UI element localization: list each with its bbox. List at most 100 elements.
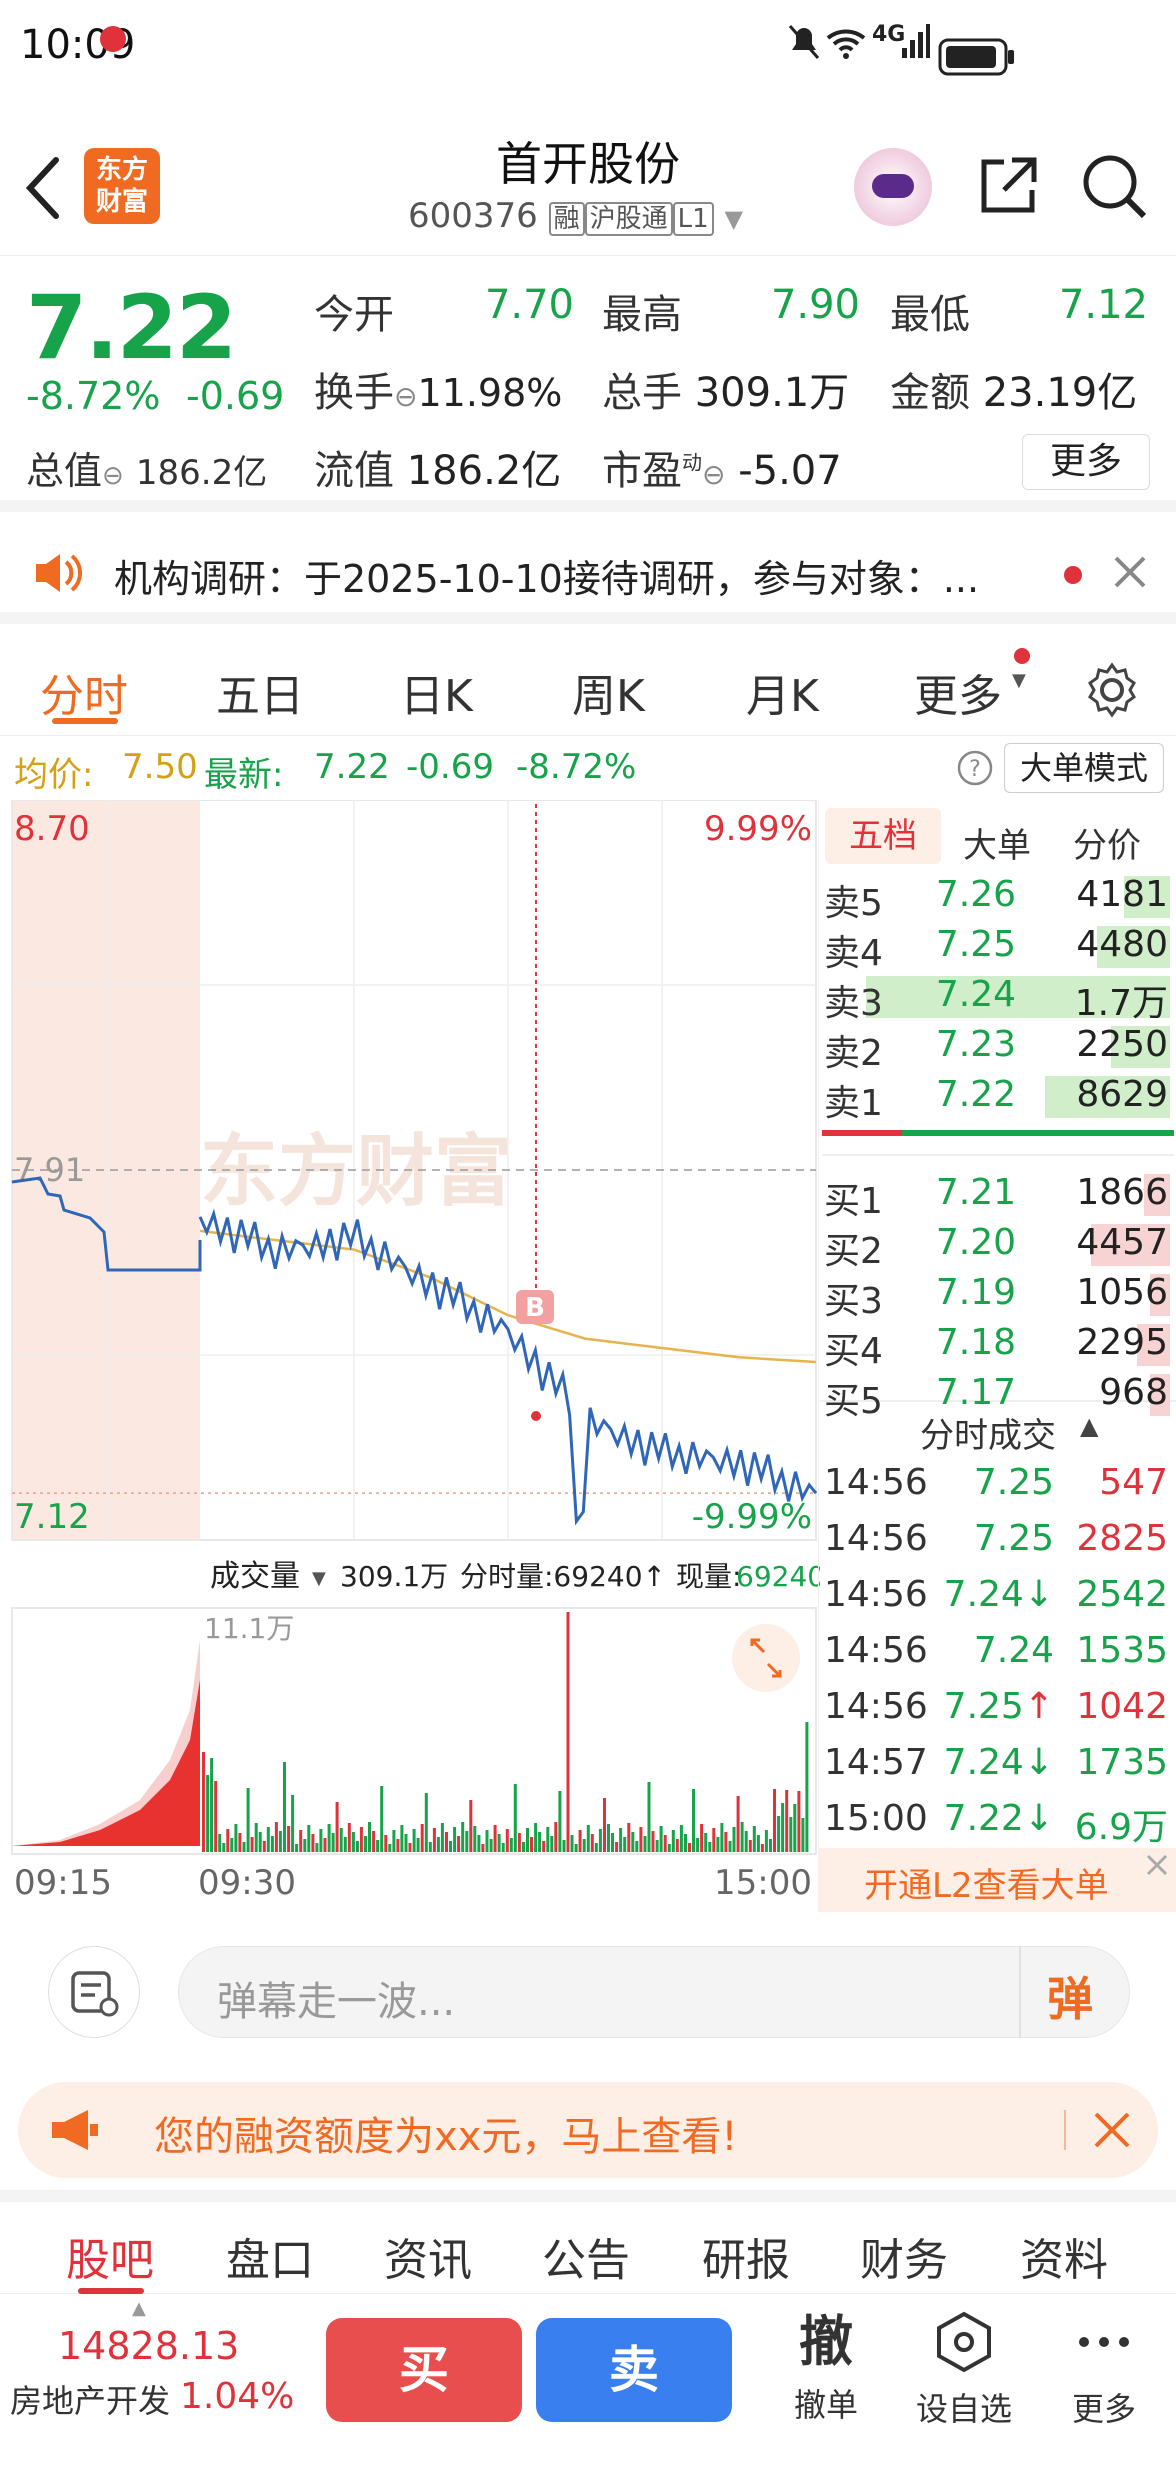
close-icon[interactable] bbox=[1092, 2110, 1132, 2150]
buy-level-1[interactable]: 买1 7.21 1866 bbox=[824, 1170, 1174, 1222]
tab-financials[interactable]: 财务 bbox=[860, 2224, 948, 2288]
l2-upsell[interactable]: 开通L2查看大单 bbox=[818, 1848, 1176, 1912]
volume-bar bbox=[522, 1842, 525, 1852]
more-button[interactable]: 更多 bbox=[1022, 434, 1150, 490]
volume-bar bbox=[607, 1824, 610, 1852]
float-label: 流值 bbox=[314, 448, 394, 494]
expand-button bbox=[732, 1624, 800, 1692]
tab-announcements[interactable]: 公告 bbox=[542, 2224, 630, 2288]
volume-bar bbox=[631, 1832, 635, 1852]
info-icon[interactable]: ⊖ bbox=[394, 380, 417, 413]
trade-volume: 547 bbox=[1099, 1462, 1168, 1503]
open-value: 7.70 bbox=[484, 282, 574, 328]
tab-handicap[interactable]: 盘口 bbox=[226, 2224, 314, 2288]
trade-time: 14:56 bbox=[824, 1574, 928, 1615]
tab-monthly-k[interactable]: 月K bbox=[746, 660, 819, 724]
buy-level-4[interactable]: 买4 7.18 2295 bbox=[824, 1320, 1174, 1372]
notice-bar[interactable]: 机构调研：于2025-10-10接待调研，参与对象：... bbox=[0, 524, 1176, 624]
tab-profile[interactable]: 资料 bbox=[1020, 2224, 1108, 2288]
close-icon[interactable] bbox=[1112, 554, 1148, 590]
sell-price: 7.22 bbox=[935, 1074, 1016, 1115]
buy-level-2[interactable]: 买2 7.20 4457 bbox=[824, 1220, 1174, 1272]
share-icon[interactable] bbox=[976, 154, 1040, 218]
volume-bar bbox=[586, 1825, 590, 1852]
status-bar: 10:09 4G bbox=[0, 0, 1176, 118]
active-subtab-underline bbox=[78, 2288, 144, 2294]
volume-bar bbox=[688, 1843, 691, 1852]
sell-level-3[interactable]: 卖3 7.24 1.7万 bbox=[824, 972, 1174, 1024]
dropdown-icon[interactable]: ▼ bbox=[724, 205, 742, 233]
expand-up-icon[interactable]: ▲ bbox=[132, 2298, 146, 2319]
tab-five-day[interactable]: 五日 bbox=[216, 660, 304, 724]
margin-promo-banner[interactable]: 您的融资额度为xx元，马上查看! bbox=[18, 2082, 1158, 2178]
volume-bar bbox=[594, 1843, 598, 1852]
ai-assistant-icon[interactable] bbox=[854, 148, 932, 226]
volume-bar bbox=[364, 1836, 367, 1852]
more-menu-button[interactable]: 更多 bbox=[1068, 2310, 1140, 2430]
latest-value: 7.22 bbox=[314, 747, 390, 787]
tab-research[interactable]: 研报 bbox=[702, 2224, 790, 2288]
volume-bar bbox=[226, 1829, 230, 1852]
help-icon[interactable]: ? bbox=[956, 749, 994, 787]
tab-price-dist[interactable]: 分价 bbox=[1073, 818, 1141, 867]
tab-weekly-k[interactable]: 周K bbox=[572, 660, 645, 724]
volume-bar bbox=[740, 1822, 744, 1852]
danmaku-settings-button[interactable] bbox=[48, 1946, 140, 2038]
vol-period: 分时量:69240↑ bbox=[460, 1560, 666, 1593]
volume-bar bbox=[598, 1829, 602, 1852]
intraday-chart[interactable]: 东方财富 8.70 7.91 7.12 9.99% -9.99% B 成交量 ▼… bbox=[0, 800, 820, 1912]
volume-bar bbox=[639, 1827, 643, 1852]
volume-bar bbox=[307, 1825, 311, 1852]
trade-price: 7.24 bbox=[973, 1630, 1054, 1671]
danmaku-send-button[interactable]: 弹 bbox=[1047, 1963, 1093, 2029]
cancel-order-button[interactable]: 撤 撤单 bbox=[790, 2310, 862, 2426]
info-icon[interactable]: ⊖ bbox=[102, 461, 124, 491]
settings-gear-icon[interactable] bbox=[1084, 662, 1140, 718]
tab-daily-k[interactable]: 日K bbox=[400, 660, 473, 724]
volume-bar bbox=[230, 1838, 234, 1852]
tab-five-level[interactable]: 五档 bbox=[825, 808, 941, 864]
buy-button[interactable]: 买 bbox=[326, 2318, 522, 2422]
vol-now: 69240 bbox=[736, 1560, 820, 1593]
trade-time: 14:56 bbox=[824, 1686, 928, 1727]
tab-forum[interactable]: 股吧 bbox=[66, 2224, 154, 2288]
sector-index[interactable]: 14828.13 bbox=[58, 2324, 239, 2368]
volume-bar bbox=[412, 1829, 416, 1852]
tab-more[interactable]: 更多 bbox=[914, 660, 1002, 724]
sector-name[interactable]: 房地产开发 bbox=[10, 2376, 170, 2422]
sell-level-1[interactable]: 卖5 7.26 4181 bbox=[824, 872, 1174, 924]
volume-bar bbox=[396, 1839, 400, 1852]
turnover: 换手⊖11.98% bbox=[314, 360, 562, 418]
search-icon[interactable] bbox=[1080, 152, 1148, 220]
buy-level-3[interactable]: 买3 7.19 1056 bbox=[824, 1270, 1174, 1322]
danmaku-input[interactable]: 弹幕走一波... 弹 bbox=[178, 1946, 1130, 2038]
more-dots-icon bbox=[1079, 2337, 1129, 2347]
volume-bar bbox=[801, 1818, 805, 1852]
buy-level-5[interactable]: 买5 7.17 968 bbox=[824, 1370, 1174, 1422]
sell-level-5[interactable]: 卖1 7.22 8629 bbox=[824, 1072, 1174, 1124]
close-icon[interactable] bbox=[1144, 1852, 1170, 1878]
tab-big-order[interactable]: 大单 bbox=[963, 818, 1031, 867]
volume-bar bbox=[311, 1834, 315, 1852]
y-mid-label: 7.91 bbox=[14, 1151, 85, 1189]
big-order-mode-button[interactable]: 大单模式 bbox=[1004, 743, 1164, 793]
sell-level-2[interactable]: 卖4 7.25 4480 bbox=[824, 922, 1174, 974]
tab-intraday[interactable]: 分时 bbox=[40, 660, 128, 724]
more-menu-label: 更多 bbox=[1071, 2390, 1136, 2428]
volume-bar bbox=[303, 1839, 307, 1852]
volume-bar bbox=[667, 1844, 671, 1852]
info-icon[interactable]: ⊖ bbox=[702, 458, 725, 491]
trade-time: 14:57 bbox=[824, 1742, 928, 1783]
volume-bar bbox=[461, 1822, 465, 1852]
sell-label: 卖3 bbox=[824, 983, 883, 1024]
sell-button[interactable]: 卖 bbox=[536, 2318, 732, 2422]
add-watchlist-button[interactable]: 设自选 bbox=[912, 2310, 1016, 2430]
watchlist-hexagon-icon bbox=[937, 2311, 991, 2373]
volume-bar bbox=[655, 1840, 659, 1852]
volume-bar bbox=[287, 1826, 291, 1852]
volume-bar bbox=[214, 1781, 218, 1852]
tab-news[interactable]: 资讯 bbox=[384, 2224, 472, 2288]
buy-label: 买3 bbox=[824, 1281, 883, 1322]
market-cap-label: 总值 bbox=[26, 449, 103, 493]
sell-level-4[interactable]: 卖2 7.23 2250 bbox=[824, 1022, 1174, 1074]
